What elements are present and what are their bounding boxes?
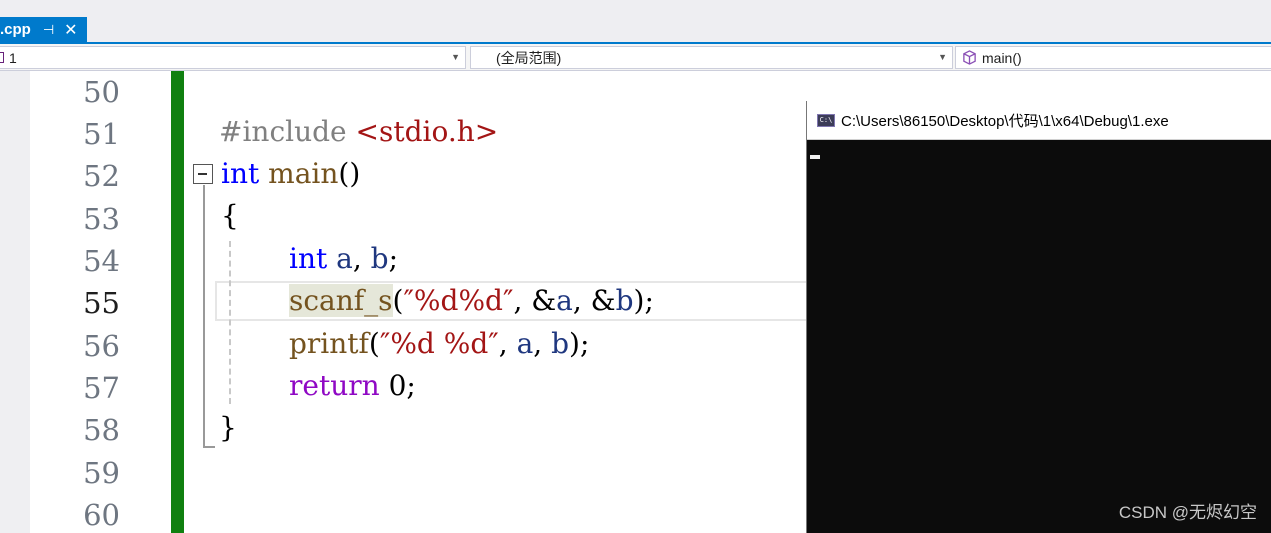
cube-icon [963,50,976,65]
scope-dropdown[interactable]: (全局范围) ▼ [470,46,953,69]
variable: b [615,284,634,317]
line-number: 50 [83,75,120,109]
text-cursor [810,155,820,159]
punctuation: ; [406,369,416,402]
function-call: scanf_s [289,284,393,317]
line-number: 57 [83,371,120,405]
line-number: 58 [83,413,120,447]
variable: b [370,242,389,275]
console-title: C:\Users\86150\Desktop\代码\1\x64\Debug\1.… [841,112,1169,130]
punctuation: ); [569,327,590,360]
preprocessor-directive: #include [219,115,347,148]
watermark: CSDN @无烬幻空 [1118,503,1257,522]
code-line-52: int main() [221,153,360,195]
punctuation: () [338,157,361,190]
punctuation: ; [388,242,399,275]
punctuation: , [498,327,517,360]
change-tracking-bar [171,71,184,533]
string-literal: ″%d%d″ [403,284,514,317]
punctuation: ( [368,327,380,360]
variable: a [556,284,573,317]
navigation-bar: 1 ▼ (全局范围) ▼ main() [0,44,1271,71]
keyword: int [289,242,328,275]
document-tab-strip: .cpp ⊣ ✕ [0,0,1271,42]
line-number: 60 [83,498,120,532]
number-literal: 0 [388,369,407,402]
indent-guide [229,241,231,404]
code-line-54: int a, b; [289,238,398,280]
code-line-58: } [219,411,237,444]
chevron-down-icon: ▼ [451,52,460,62]
line-number: 53 [83,202,120,236]
punctuation: , & [513,284,557,317]
punctuation: , & [572,284,616,317]
console-title-bar[interactable]: C:\ C:\Users\86150\Desktop\代码\1\x64\Debu… [807,101,1271,140]
tab-file-name: .cpp [0,21,31,38]
keyword: return [289,369,380,402]
scope-dropdown-value: (全局范围) [496,49,562,66]
indicator-margin [0,71,30,533]
code-line-53: { [221,199,239,232]
collapse-icon[interactable] [193,164,213,184]
punctuation: ); [633,284,654,317]
pin-icon[interactable]: ⊣ [43,22,54,38]
keyword: int [221,157,260,190]
project-icon [0,52,4,63]
member-dropdown[interactable]: main() [955,46,1271,69]
console-window[interactable]: C:\ C:\Users\86150\Desktop\代码\1\x64\Debu… [806,101,1271,533]
variable: a [336,242,353,275]
chevron-down-icon: ▼ [938,52,947,62]
fold-region-end [203,446,215,448]
code-line-57: return 0; [289,365,416,407]
variable: a [516,327,534,360]
punctuation: , [533,327,552,360]
include-header: <stdio.h> [355,115,499,148]
member-dropdown-value: main() [982,49,1022,66]
project-dropdown[interactable]: 1 ▼ [0,46,466,69]
punctuation: ( [392,284,404,317]
project-dropdown-value: 1 [9,49,17,66]
code-line-56: printf(″%d %d″, a, b); [289,323,589,365]
line-number: 51 [83,117,120,151]
close-icon[interactable]: ✕ [64,20,77,40]
function-name: main [268,157,339,190]
line-number-current: 55 [83,286,120,320]
code-line-51: #include <stdio.h> [219,111,498,153]
punctuation: , [352,242,371,275]
line-number: 56 [83,329,120,363]
line-number: 54 [83,244,120,278]
variable: b [551,327,570,360]
code-line-55: scanf_s(″%d%d″, &a, &b); [289,280,654,322]
tab-active-file[interactable]: .cpp ⊣ ✕ [0,17,87,42]
function-call: printf [289,327,369,360]
line-number: 52 [83,159,120,193]
string-literal: ″%d %d″ [379,327,499,360]
console-app-icon: C:\ [817,113,835,127]
line-number: 59 [83,456,120,490]
fold-region-line [203,185,205,447]
